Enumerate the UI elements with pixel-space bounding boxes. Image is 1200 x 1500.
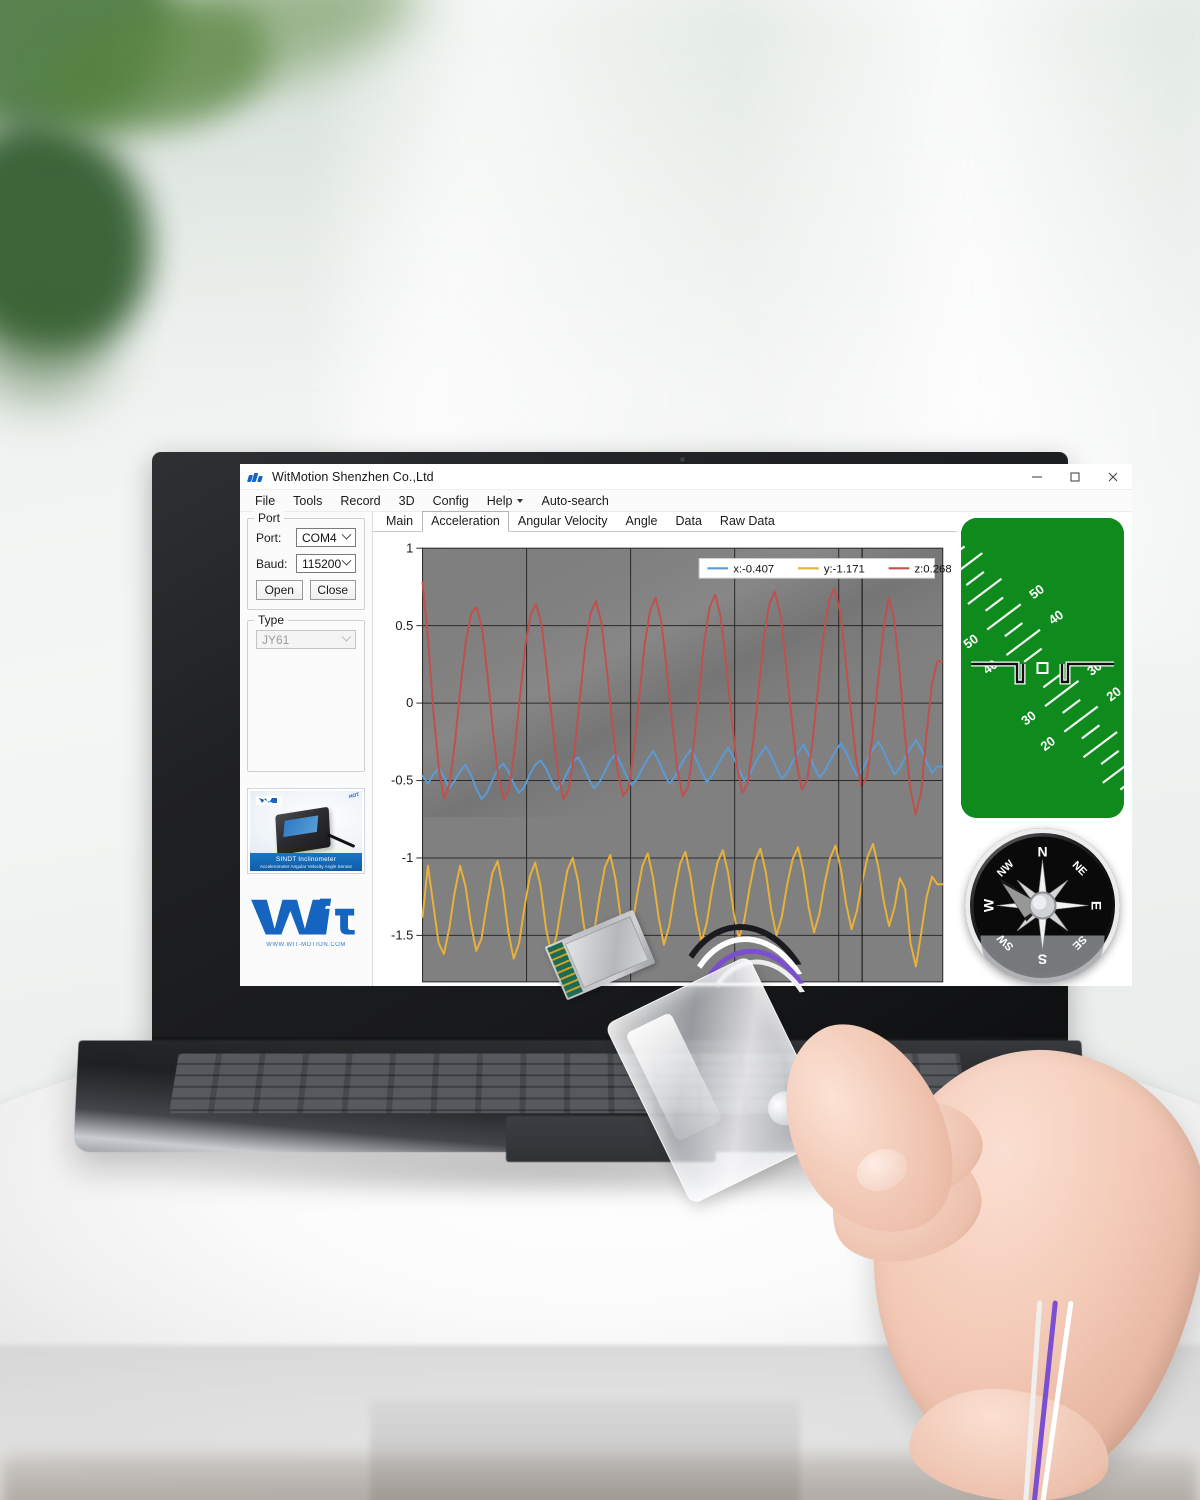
svg-text:N: N <box>1037 844 1047 860</box>
laptop-keyboard <box>169 1053 969 1114</box>
chevron-down-icon <box>341 555 352 566</box>
baud-value: 115200 <box>302 556 342 571</box>
port-select[interactable]: COM4 <box>296 528 356 547</box>
port-field: Port: COM4 <box>256 528 356 547</box>
svg-text:1: 1 <box>406 542 413 555</box>
close-button[interactable] <box>1094 464 1132 489</box>
port-buttons: Open Close <box>256 580 356 600</box>
wit-brand-logo: WWW.WIT-MOTION.COM <box>250 894 362 948</box>
device-type-value: JY61 <box>262 632 290 647</box>
webcam-icon <box>680 457 685 462</box>
tab-angular-velocity[interactable]: Angular Velocity <box>509 511 617 532</box>
tabstrip: Main Acceleration Angular Velocity Angle… <box>373 511 957 532</box>
type-group: Type JY61 <box>247 613 365 772</box>
tab-main[interactable]: Main <box>377 511 422 532</box>
product-badge: HOT <box>348 791 361 801</box>
acceleration-chart[interactable]: 1 0.5 0 -0.5 -1 -1.5 x:-0.407 y:-1.171 z:0.268 <box>373 542 951 986</box>
attitude-indicator[interactable]: 20 20 30 30 40 40 50 50 <box>961 518 1124 818</box>
svg-text:0.5: 0.5 <box>395 618 413 633</box>
tab-data[interactable]: Data <box>667 511 711 532</box>
product-photo: HOT <box>250 791 362 856</box>
chevron-down-icon <box>341 529 352 540</box>
svg-text:S: S <box>1038 952 1047 968</box>
menu-item-3d[interactable]: 3D <box>390 492 424 510</box>
close-port-button[interactable]: Close <box>309 580 356 600</box>
maximize-button[interactable] <box>1056 464 1094 489</box>
menu-item-tools[interactable]: Tools <box>284 492 331 510</box>
minimize-button[interactable] <box>1018 464 1056 489</box>
menu-item-help[interactable]: Help <box>478 492 533 510</box>
svg-text:y:-1.171: y:-1.171 <box>824 563 865 575</box>
svg-text:E: E <box>1089 901 1105 910</box>
window-body: Port Port: COM4 Baud: 115200 Open Close … <box>240 511 1132 986</box>
floor-shadow <box>0 1455 1200 1500</box>
svg-text:W: W <box>981 898 997 912</box>
svg-text:x:-0.407: x:-0.407 <box>733 563 774 575</box>
svg-text:z:0.268: z:0.268 <box>914 563 951 575</box>
port-value: COM4 <box>302 530 337 545</box>
menu-item-file[interactable]: File <box>246 492 284 510</box>
product-subtitle: Accelerometer Angular Velocity Angle Sen… <box>259 863 353 869</box>
compass-rose[interactable]: N NE E SE S SW W NW <box>965 828 1120 983</box>
device-type-select[interactable]: JY61 <box>256 630 356 649</box>
svg-text:-1.5: -1.5 <box>391 928 413 943</box>
menubar: File Tools Record 3D Config Help Auto-se… <box>240 490 1132 512</box>
menu-item-config[interactable]: Config <box>424 492 478 510</box>
laptop-screen: WitMotion Shenzhen Co.,Ltd File Tools Re… <box>240 464 1132 986</box>
center-panel: Main Acceleration Angular Velocity Angle… <box>373 511 957 986</box>
menu-item-help-label: Help <box>486 493 513 508</box>
laptop-trackpad <box>506 1116 716 1162</box>
wit-logo-icon <box>246 472 264 482</box>
menu-item-record[interactable]: Record <box>331 492 389 510</box>
application-window: WitMotion Shenzhen Co.,Ltd File Tools Re… <box>240 464 1132 986</box>
chevron-down-icon <box>341 631 352 642</box>
open-button[interactable]: Open <box>256 580 303 600</box>
window-titlebar: WitMotion Shenzhen Co.,Ltd <box>240 464 1132 490</box>
svg-text:-1: -1 <box>402 850 413 865</box>
baud-label: Baud: <box>256 556 288 571</box>
laptop: WitMotion Shenzhen Co.,Ltd File Tools Re… <box>73 452 1132 1182</box>
product-image-card: HOT SINDT Inclinometer Accelerometer Ang… <box>247 788 365 874</box>
svg-text:-0.5: -0.5 <box>391 773 413 788</box>
product-caption: SINDT Inclinometer Accelerometer Angular… <box>250 853 362 871</box>
product-title: SINDT Inclinometer <box>275 855 337 863</box>
tab-raw-data[interactable]: Raw Data <box>711 511 784 532</box>
chevron-down-icon <box>517 499 524 504</box>
baud-select[interactable]: 115200 <box>296 554 356 573</box>
tab-acceleration[interactable]: Acceleration <box>422 511 509 532</box>
port-group-legend: Port <box>254 511 285 525</box>
chart-container: 1 0.5 0 -0.5 -1 -1.5 x:-0.407 y:-1.171 z:0.268 <box>373 532 957 986</box>
menu-item-auto-search[interactable]: Auto-search <box>532 492 617 510</box>
baud-field: Baud: 115200 <box>256 554 356 573</box>
port-label: Port: <box>256 530 282 545</box>
product-brand-icon <box>256 796 282 805</box>
left-panel: Port Port: COM4 Baud: 115200 Open Close … <box>240 511 373 986</box>
type-group-legend: Type <box>254 613 289 627</box>
right-panel: 20 20 30 30 40 40 50 50 N NE E SE S SW W NW <box>957 512 1132 986</box>
wit-brand-subtext: WWW.WIT-MOTION.COM <box>266 942 346 948</box>
product-cable <box>326 833 356 848</box>
window-title: WitMotion Shenzhen Co.,Ltd <box>272 469 434 484</box>
laptop-lid: WitMotion Shenzhen Co.,Ltd File Tools Re… <box>152 452 1132 1052</box>
window-controls <box>1018 464 1132 489</box>
product-device-body <box>275 806 331 856</box>
tab-angle[interactable]: Angle <box>617 511 667 532</box>
port-group: Port Port: COM4 Baud: 115200 Open Close <box>247 511 365 610</box>
svg-text:0: 0 <box>406 695 413 710</box>
